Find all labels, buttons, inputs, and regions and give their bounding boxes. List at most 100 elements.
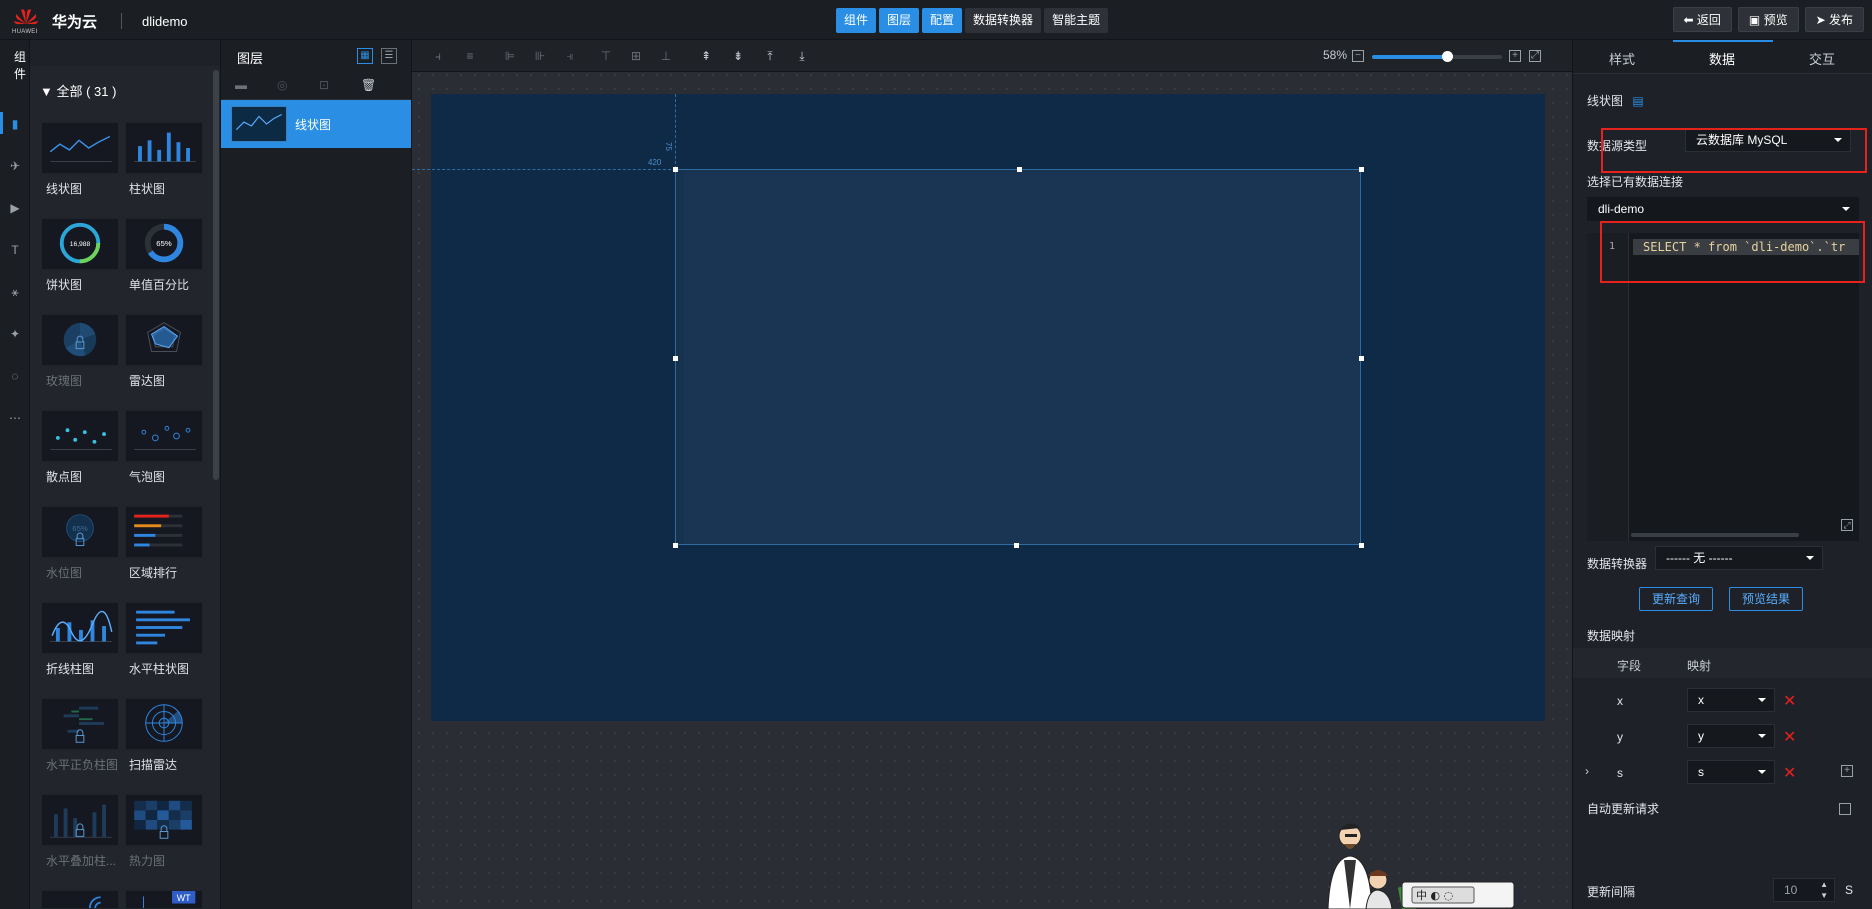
align-left-icon[interactable]: ⊫ <box>502 48 518 64</box>
layer-toggle-button[interactable]: 图层 <box>879 8 920 33</box>
more-category-icon[interactable]: ⋯ <box>7 410 23 426</box>
send-to-back-icon[interactable]: ⤓ <box>794 48 810 64</box>
update-query-button[interactable]: 更新查询 <box>1639 587 1714 611</box>
align-right-icon[interactable]: ⫣ <box>562 48 578 64</box>
property-panel: 样式 数据 交互 线状图 ▤ 数据源类型 云数据库 MySQL 选择已有数据连接… <box>1572 40 1872 909</box>
align-hcenter-icon[interactable]: ≡ <box>462 48 478 64</box>
resize-handle-l[interactable] <box>673 356 678 361</box>
rail-active-indicator <box>0 112 3 134</box>
zoom-out-icon[interactable]: − <box>1352 50 1364 62</box>
mapping-select[interactable]: x <box>1687 688 1775 712</box>
fit-screen-icon[interactable]: ⤢ <box>1529 50 1541 62</box>
category-dropdown[interactable]: ▼ 全部 ( 31 ) <box>40 81 116 100</box>
publish-button[interactable]: ➤ 发布 <box>1804 7 1864 32</box>
selected-line-chart-widget[interactable] <box>675 169 1361 545</box>
tile-line-bar-chart[interactable] <box>41 602 119 654</box>
delete-mapping-icon[interactable]: ✕ <box>1783 727 1796 747</box>
align-middle-icon[interactable]: ⊞ <box>628 48 644 64</box>
chart-name-text: 线状图 <box>1587 94 1624 108</box>
resize-handle-t[interactable] <box>1017 167 1022 172</box>
data-converter-button[interactable]: 数据转换器 <box>965 8 1042 33</box>
editor-hscrollbar[interactable] <box>1631 533 1799 537</box>
resize-handle-r[interactable] <box>1359 356 1364 361</box>
delete-mapping-icon[interactable]: ✕ <box>1783 763 1796 783</box>
resize-handle-tr[interactable] <box>1359 167 1364 172</box>
network-category-icon[interactable]: ⚹ <box>7 284 23 300</box>
mapping-select[interactable]: y <box>1687 724 1775 748</box>
zoom-in-icon[interactable]: + <box>1509 50 1521 62</box>
zoom-slider-knob[interactable] <box>1442 51 1453 62</box>
align-left-edge-icon[interactable]: ⫞ <box>430 48 446 64</box>
doc-link-icon[interactable]: ▤ <box>1632 94 1643 108</box>
tile-label-pie-chart: 饼状图 <box>46 278 83 292</box>
tile-pie-chart[interactable]: 16,988 <box>41 218 119 270</box>
resize-handle-br[interactable] <box>1359 543 1364 548</box>
tile-scatter-chart[interactable] <box>41 410 119 462</box>
lock-icon[interactable]: ⊡ <box>319 78 329 92</box>
folder-icon[interactable]: ▬ <box>235 78 247 92</box>
preview-button[interactable]: ▣ 预览 <box>1737 7 1799 32</box>
delete-mapping-icon[interactable]: ✕ <box>1783 691 1796 711</box>
plugin-category-icon[interactable]: ✦ <box>7 326 23 342</box>
layer-item[interactable]: 线状图 <box>221 100 411 148</box>
tile-radar-chart[interactable] <box>125 314 203 366</box>
highlight-box-source <box>1601 128 1867 173</box>
interval-input[interactable]: 10 ▲ ▼ <box>1773 878 1835 902</box>
move-down-icon[interactable]: ⇟ <box>730 48 746 64</box>
align-top-icon[interactable]: ⊤ <box>598 48 614 64</box>
tab-data[interactable]: 数据 <box>1709 49 1735 68</box>
bar-chart-category-icon[interactable]: ▮ <box>7 116 23 132</box>
tab-interaction[interactable]: 交互 <box>1809 49 1835 68</box>
resize-handle-b[interactable] <box>1014 543 1019 548</box>
connection-select[interactable]: dli-demo <box>1587 197 1859 221</box>
tile-pos-neg-bar[interactable] <box>41 698 119 750</box>
favorite-category-icon[interactable]: ◌ <box>7 368 23 384</box>
smart-theme-button[interactable]: 智能主题 <box>1044 8 1109 33</box>
tile-line-chart[interactable] <box>41 122 119 174</box>
grid-view-icon[interactable]: ▦ <box>357 48 373 64</box>
tile-bubble-chart[interactable] <box>125 410 203 462</box>
stepper-icon[interactable]: ▲ ▼ <box>1820 879 1828 901</box>
pie-value-text: 16,988 <box>70 241 91 248</box>
media-category-icon[interactable]: ▶ <box>7 200 23 216</box>
component-scrollbar[interactable] <box>213 70 219 480</box>
chevron-right-icon[interactable]: › <box>1585 764 1589 778</box>
tile-rose-chart[interactable] <box>41 314 119 366</box>
mapping-row: y y ✕ <box>1573 718 1872 754</box>
add-mapping-icon[interactable]: + <box>1841 765 1853 777</box>
mapping-value: s <box>1698 765 1704 779</box>
config-toggle-button[interactable]: 配置 <box>922 8 963 33</box>
trash-icon[interactable]: 🗑 <box>361 78 376 92</box>
tile-bar-chart[interactable] <box>125 122 203 174</box>
tile-stacked-bar[interactable] <box>41 794 119 846</box>
tile-water-level[interactable]: 65% <box>41 506 119 558</box>
align-bottom-icon[interactable]: ⊥ <box>658 48 674 64</box>
back-button[interactable]: ⬅ 返回 <box>1672 7 1732 32</box>
eye-off-icon[interactable]: ◎ <box>277 78 287 92</box>
bring-to-front-icon[interactable]: ⤒ <box>762 48 778 64</box>
tile-partial-right[interactable]: WT <box>125 890 203 909</box>
map-category-icon[interactable]: ✈ <box>7 158 23 174</box>
list-view-icon[interactable]: ☰ <box>381 48 397 64</box>
auto-update-checkbox[interactable] <box>1839 803 1851 815</box>
text-category-icon[interactable]: T <box>7 242 23 258</box>
preview-result-button[interactable]: 预览结果 <box>1729 587 1804 611</box>
tile-heatmap[interactable] <box>125 794 203 846</box>
resize-handle-bl[interactable] <box>673 543 678 548</box>
tile-single-percent[interactable]: 65% <box>125 218 203 270</box>
mapping-select[interactable]: s <box>1687 760 1775 784</box>
converter-select[interactable]: ------ 无 ------ <box>1655 546 1823 570</box>
move-up-icon[interactable]: ⇞ <box>698 48 714 64</box>
component-toggle-button[interactable]: 组件 <box>836 8 877 33</box>
tile-scan-radar[interactable] <box>125 698 203 750</box>
expand-editor-icon[interactable]: ⤢ <box>1841 519 1853 531</box>
tab-style[interactable]: 样式 <box>1609 49 1635 68</box>
align-center-icon[interactable]: ⊪ <box>532 48 548 64</box>
tile-horizontal-bar[interactable] <box>125 602 203 654</box>
tile-region-ranking[interactable] <box>125 506 203 558</box>
zoom-slider[interactable] <box>1372 51 1502 62</box>
category-label: 全部 ( 31 ) <box>56 84 117 99</box>
tile-partial-left[interactable] <box>41 890 119 909</box>
mapping-title: 数据映射 <box>1587 629 1636 643</box>
resize-handle-tl[interactable] <box>673 167 678 172</box>
